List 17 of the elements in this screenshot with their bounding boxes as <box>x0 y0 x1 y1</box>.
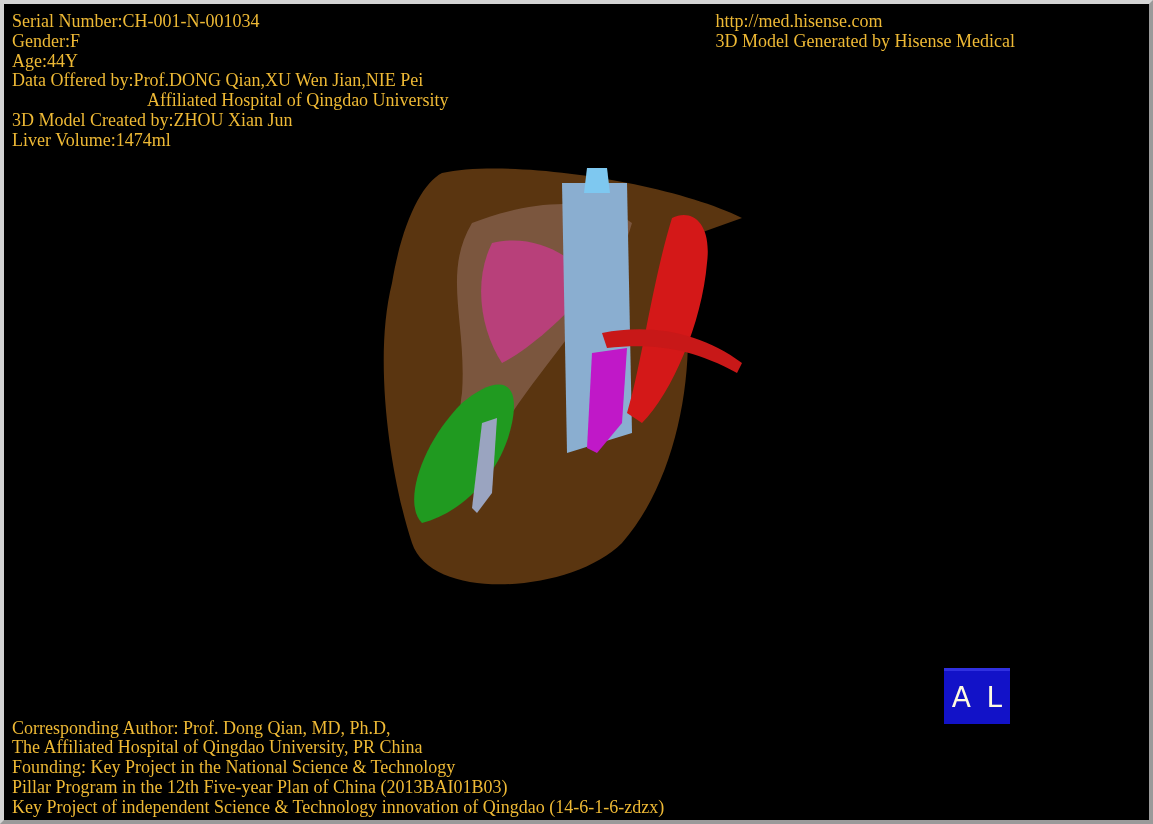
info-line: 3D Model Generated by Hisense Medical <box>715 31 1015 52</box>
info-line: Founding: Key Project in the National Science & Technology <box>12 758 457 778</box>
info-line: Age:44Y <box>12 51 79 72</box>
info-line: The Affiliated Hospital of Qingdao University, PR China <box>12 738 424 759</box>
info-line: Corresponding Author: Prof. Dong Qian, MD, Ph.D, <box>12 718 392 739</box>
info-line: Pillar Program in the 12th Five-year Plan of China (2013BAI01B03) <box>12 777 509 798</box>
info-line: Gender:F <box>12 31 81 52</box>
info-line: http://med.hisense.com <box>715 12 884 32</box>
info-line: Key Project of independent Science & Technology innovation of Qingdao (14-6-1-6-zdzx) <box>12 797 666 818</box>
info-line: 3D Model Created by:ZHOU Xian Jun <box>12 111 294 131</box>
orientation-label: L <box>986 687 1003 708</box>
info-line: Affiliated Hospital of Qingdao University <box>146 91 449 111</box>
info-line: Liver Volume:1474ml <box>12 130 171 151</box>
orientation-cube[interactable]: A L <box>944 668 1010 724</box>
info-line: Serial Number:CH-001-N-001034 <box>12 12 261 32</box>
info-line: Data Offered by:Prof.DONG Qian,XU Wen Jian,NIE Pei <box>12 71 425 92</box>
orientation-label: A <box>951 687 971 708</box>
